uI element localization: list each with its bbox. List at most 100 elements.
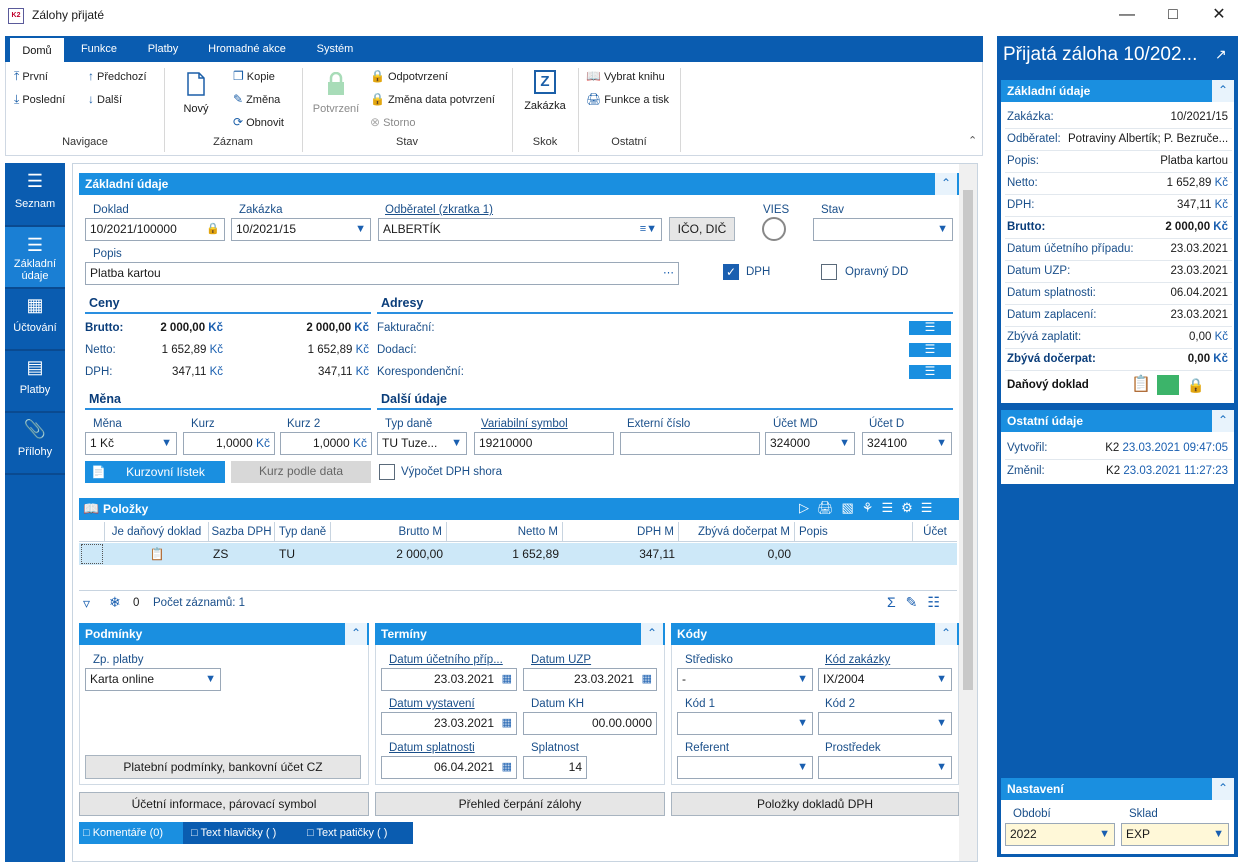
edit-button[interactable]: ✎ Změna (233, 92, 280, 106)
zakazka-button[interactable]: Z Zakázka (520, 70, 570, 112)
vertical-scrollbar[interactable] (959, 164, 977, 861)
row-selector[interactable] (81, 544, 103, 564)
previous-button[interactable]: ↑ Předchozí (88, 69, 147, 83)
print-functions-button[interactable]: 🖨 Funkce a tisk (586, 92, 669, 106)
vs-field[interactable]: 19210000 (474, 432, 614, 455)
uzp-date-field[interactable]: 23.03.2021 ▦ (523, 668, 657, 691)
minimize-icon[interactable]: — (1104, 0, 1150, 32)
grid-footer-icons[interactable]: Σ✎☷ (887, 594, 950, 611)
collapse-icon[interactable]: ⌃ (641, 623, 663, 645)
sidebar-item-zakladni-udaje[interactable]: ☰ Základní údaje (5, 227, 65, 287)
mena-select[interactable]: 1 Kč ▼ (85, 432, 177, 455)
refresh-button[interactable]: ⟳ Obnovit (233, 115, 284, 129)
grid-toolbar-icons[interactable]: ▷🖨▧⚘☰⚙☰ (799, 500, 940, 516)
last-button[interactable]: ⤓ Poslední (14, 92, 65, 107)
sidebar-item-seznam[interactable]: ☰ Seznam (5, 171, 65, 227)
ucet-d-select[interactable]: 324100 ▼ (862, 432, 952, 455)
dodaci-address-button[interactable]: ☰ (909, 343, 951, 357)
sidebar-item-uctovani[interactable]: ▦ Účtování (5, 295, 65, 351)
copy-button[interactable]: ❐ Kopie (233, 69, 275, 83)
prehled-cerpani-button[interactable]: Přehled čerpání zálohy (375, 792, 665, 816)
kurz-field[interactable]: 1,0000 Kč (183, 432, 275, 455)
fakturacni-address-button[interactable]: ☰ (909, 321, 951, 335)
korespondencni-address-button[interactable]: ☰ (909, 365, 951, 379)
select-book-button[interactable]: 📖 Vybrat knihu (586, 69, 665, 83)
cancel-button[interactable]: ⊗ Storno (370, 115, 415, 129)
col-ucet[interactable]: Účet (913, 522, 957, 542)
first-button[interactable]: ⤒ První (14, 69, 48, 84)
odberatel-select[interactable]: ALBERTÍK ≡▼ (378, 218, 662, 241)
scrollbar-thumb[interactable] (963, 190, 973, 690)
col-brutto-m[interactable]: Brutto M (331, 522, 447, 542)
tab-text-hlavicky[interactable]: □ Text hlavičky ( ) (185, 822, 297, 844)
stav-select[interactable]: ▼ (813, 218, 953, 241)
col-netto-m[interactable]: Netto M (447, 522, 563, 542)
col-dph-m[interactable]: DPH M (563, 522, 679, 542)
externi-cislo-field[interactable] (620, 432, 760, 455)
tab-funkce[interactable]: Funkce (71, 36, 127, 62)
collapse-icon[interactable]: ⌃ (1212, 80, 1234, 102)
kurzovni-listek-button[interactable]: 📄 Kurzovní lístek (85, 461, 225, 483)
new-button[interactable]: Nový (176, 72, 216, 115)
col-typ-dane[interactable]: Typ daně (275, 522, 331, 542)
collapse-icon[interactable]: ⌃ (935, 173, 957, 195)
opravny-checkbox[interactable] (821, 264, 837, 280)
ico-dic-button[interactable]: IČO, DIČ (669, 217, 735, 241)
obdobi-select[interactable]: 2022 ▼ (1005, 823, 1115, 846)
collapse-ribbon-icon[interactable]: ⌃ (968, 134, 977, 147)
unconfirm-button[interactable]: 🔒 Odpotvrzení (370, 69, 448, 83)
splatnost-field[interactable]: 14 (523, 756, 587, 779)
kurz2-field[interactable]: 1,0000 Kč (280, 432, 372, 455)
splatnosti-date-field[interactable]: 06.04.2021 ▦ (381, 756, 517, 779)
close-icon[interactable]: ✕ (1196, 0, 1242, 32)
table-row[interactable]: 📋 ZS TU 2 000,00 1 652,89 347,11 0,00 (79, 543, 957, 565)
tab-text-paticky[interactable]: □ Text patičky ( ) (301, 822, 413, 844)
kod-zakazky-select[interactable]: IX/2004 ▼ (818, 668, 952, 691)
col-popis[interactable]: Popis (795, 522, 913, 542)
platebni-podminky-button[interactable]: Platební podmínky, bankovní účet CZ (85, 755, 361, 779)
confirm-button[interactable]: Potvrzení (308, 71, 364, 115)
zp-platby-select[interactable]: Karta online ▼ (85, 668, 221, 691)
dph-checkbox[interactable]: ✓ (723, 264, 739, 280)
kod1-select[interactable]: ▼ (677, 712, 813, 735)
tab-system[interactable]: Systém (305, 36, 365, 62)
doklad-field[interactable]: 10/2021/100000 🔒 (85, 218, 225, 241)
vystaveni-date-field[interactable]: 23.03.2021 ▦ (381, 712, 517, 735)
collapse-icon[interactable]: ⌃ (1212, 410, 1234, 432)
filter-icon[interactable]: ▿ (83, 595, 90, 612)
col-zbyva[interactable]: Zbývá dočerpat M (679, 522, 795, 542)
tab-hromadne-akce[interactable]: Hromadné akce (199, 36, 295, 62)
kurz-podle-data-button[interactable]: Kurz podle data (231, 461, 371, 483)
stredisko-select[interactable]: - ▼ (677, 668, 813, 691)
open-external-icon[interactable]: ↗ (1215, 46, 1227, 63)
prostredek-select[interactable]: ▼ (818, 756, 952, 779)
col-je-danovy[interactable]: Je daňový doklad (105, 522, 209, 542)
collapse-icon[interactable]: ⌃ (1212, 778, 1234, 800)
snowflake-icon[interactable]: ❄ (109, 594, 121, 611)
ucp-date-field[interactable]: 23.03.2021 ▦ (381, 668, 517, 691)
popis-field[interactable]: Platba kartou ⋯ (85, 262, 679, 285)
info-row-label: Datum zaplacení: (1007, 309, 1097, 321)
ucet-md-select[interactable]: 324000 ▼ (765, 432, 855, 455)
collapse-icon[interactable]: ⌃ (345, 623, 367, 645)
col-sazba-dph[interactable]: Sazba DPH (209, 522, 275, 542)
referent-select[interactable]: ▼ (677, 756, 813, 779)
book-icon: 📖 (586, 69, 601, 83)
next-button[interactable]: ↓ Další (88, 92, 122, 106)
zakazka-select[interactable]: 10/2021/15 ▼ (231, 218, 371, 241)
typ-dane-select[interactable]: TU Tuze... ▼ (377, 432, 467, 455)
sklad-select[interactable]: EXP ▼ (1121, 823, 1229, 846)
sidebar-item-platby[interactable]: ▤ Platby (5, 357, 65, 413)
ucetni-informace-button[interactable]: Účetní informace, párovací symbol (79, 792, 369, 816)
tab-platby[interactable]: Platby (137, 36, 189, 62)
maximize-icon[interactable]: □ (1150, 0, 1196, 32)
polozky-dokladu-dph-button[interactable]: Položky dokladů DPH (671, 792, 959, 816)
change-confirm-date-button[interactable]: 🔒 Změna data potvrzení (370, 92, 495, 106)
kh-date-field[interactable]: 00.00.0000 (523, 712, 657, 735)
vypocet-dph-checkbox[interactable] (379, 464, 395, 480)
sidebar-item-prilohy[interactable]: 📎 Přílohy (5, 419, 65, 475)
tab-domu[interactable]: Domů (9, 37, 65, 63)
tab-komentare[interactable]: □ Komentáře (0) (79, 822, 183, 844)
collapse-icon[interactable]: ⌃ (935, 623, 957, 645)
kod2-select[interactable]: ▼ (818, 712, 952, 735)
